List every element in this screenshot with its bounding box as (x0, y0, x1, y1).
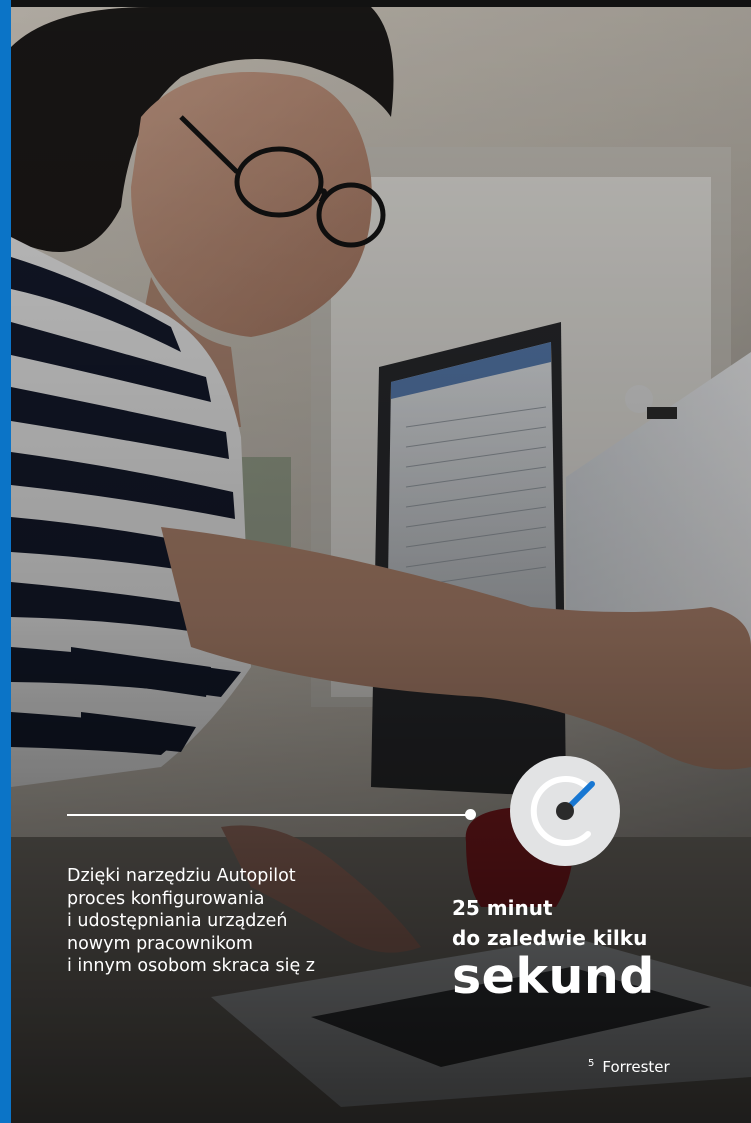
stat-highlight: sekund (452, 948, 655, 1005)
stat-line-1: 25 minut (452, 896, 553, 920)
divider-dot (465, 809, 476, 820)
accent-bar (0, 0, 11, 1123)
body-line: nowym pracownikom (67, 933, 253, 954)
body-line: i udostępniania urządzeń (67, 911, 288, 931)
document-page: Dzięki narzędziu Autopilot proces konfig… (0, 0, 751, 1123)
top-edge-bar (11, 0, 751, 7)
footnote-marker: 5 (588, 1058, 595, 1069)
body-line: i innym osobom skraca się z (67, 956, 315, 976)
footnote: 5 Forrester (588, 1058, 670, 1076)
footnote-source: Forrester (602, 1058, 670, 1076)
body-line: proces konfigurowania (67, 888, 265, 909)
body-paragraph: Dzięki narzędziu Autopilot proces konfig… (67, 865, 397, 978)
body-line: Dzięki narzędziu Autopilot (67, 866, 296, 886)
speedometer-gauge-icon (510, 756, 620, 866)
divider-line (67, 814, 469, 816)
stat-callout: 25 minut do zaledwie kilku sekund (452, 893, 655, 1003)
